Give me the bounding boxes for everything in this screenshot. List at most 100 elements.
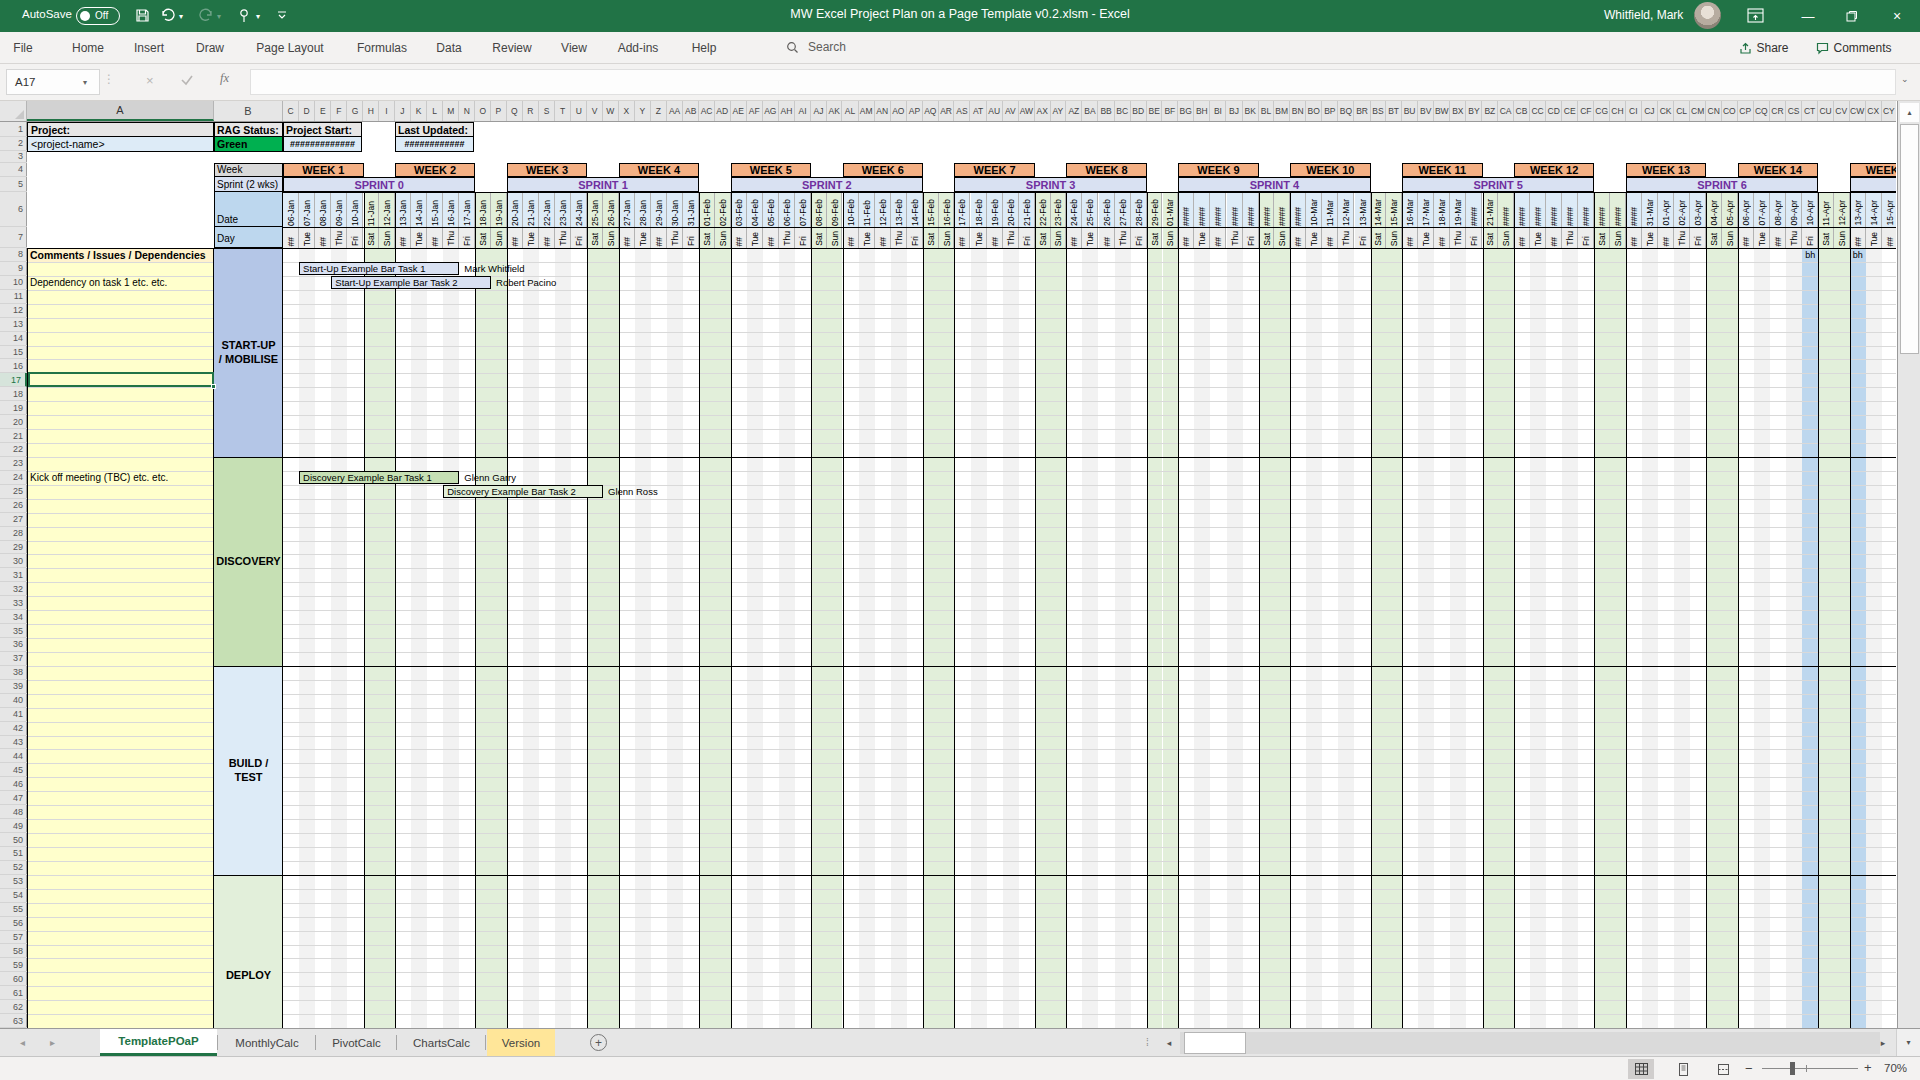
column-header-BR[interactable]: BR	[1355, 101, 1371, 121]
column-header-BV[interactable]: BV	[1418, 101, 1434, 121]
ribbon-tab-help[interactable]: Help	[686, 32, 723, 63]
column-header-BQ[interactable]: BQ	[1338, 101, 1354, 121]
zoom-slider-thumb[interactable]	[1790, 1062, 1795, 1075]
row-header-50[interactable]: 50	[0, 833, 27, 847]
selection-fill-handle[interactable]	[211, 384, 216, 389]
row-header-21[interactable]: 21	[0, 429, 27, 443]
column-header-R[interactable]: R	[523, 101, 539, 121]
column-header-CE[interactable]: CE	[1562, 101, 1578, 121]
column-header-AV[interactable]: AV	[1003, 101, 1019, 121]
column-header-CF[interactable]: CF	[1578, 101, 1594, 121]
row-header-61[interactable]: 61	[0, 986, 27, 1000]
undo-icon[interactable]	[160, 8, 176, 23]
row-header-6[interactable]: 6	[0, 192, 27, 227]
column-header-N[interactable]: N	[459, 101, 475, 121]
ribbon-display-options-icon[interactable]	[1747, 8, 1764, 23]
row-header-37[interactable]: 37	[0, 652, 27, 666]
row-header-17[interactable]: 17	[0, 373, 27, 387]
column-header-AC[interactable]: AC	[699, 101, 715, 121]
sheet-tab-monthlycalc[interactable]: MonthlyCalc	[219, 1029, 315, 1056]
row-header-44[interactable]: 44	[0, 749, 27, 763]
column-header-C[interactable]: C	[283, 101, 299, 121]
last-updated-value-cell[interactable]: ############	[395, 137, 474, 152]
zoom-in-button[interactable]: +	[1864, 1060, 1872, 1075]
row-header-56[interactable]: 56	[0, 917, 27, 931]
column-header-BX[interactable]: BX	[1450, 101, 1466, 121]
row-header-46[interactable]: 46	[0, 777, 27, 791]
column-header-T[interactable]: T	[555, 101, 571, 121]
column-header-BK[interactable]: BK	[1243, 101, 1259, 121]
row-header-58[interactable]: 58	[0, 945, 27, 959]
column-header-BL[interactable]: BL	[1259, 101, 1275, 121]
column-header-AK[interactable]: AK	[827, 101, 843, 121]
column-header-AF[interactable]: AF	[747, 101, 763, 121]
v-scroll-up-icon[interactable]: ▴	[1900, 103, 1919, 122]
row-header-45[interactable]: 45	[0, 763, 27, 777]
column-header-CB[interactable]: CB	[1514, 101, 1530, 121]
column-header-V[interactable]: V	[587, 101, 603, 121]
column-header-BE[interactable]: BE	[1147, 101, 1163, 121]
row-header-59[interactable]: 59	[0, 958, 27, 972]
row-header-20[interactable]: 20	[0, 415, 27, 429]
column-header-BI[interactable]: BI	[1210, 101, 1226, 121]
column-header-AP[interactable]: AP	[907, 101, 923, 121]
column-header-CM[interactable]: CM	[1690, 101, 1706, 121]
column-header-BU[interactable]: BU	[1402, 101, 1418, 121]
column-header-CP[interactable]: CP	[1738, 101, 1754, 121]
h-scroll-left-icon[interactable]: ◂	[1158, 1032, 1180, 1054]
column-header-E[interactable]: E	[315, 101, 331, 121]
v-scrollbar-thumb[interactable]	[1900, 124, 1919, 354]
column-header-BS[interactable]: BS	[1371, 101, 1387, 121]
task-bar-1[interactable]: Start-Up Example Bar Task 1	[299, 262, 459, 275]
share-button[interactable]: Share	[1732, 36, 1796, 60]
touch-mode-icon[interactable]	[236, 7, 252, 24]
column-header-AN[interactable]: AN	[875, 101, 891, 121]
row-header-11[interactable]: 11	[0, 290, 27, 304]
row-header-39[interactable]: 39	[0, 680, 27, 694]
ribbon-tab-formulas[interactable]: Formulas	[351, 32, 413, 63]
h-scrollbar-track[interactable]	[1180, 1032, 1880, 1054]
column-header-BO[interactable]: BO	[1306, 101, 1322, 121]
formula-bar-expand-icon[interactable]: ⌄	[1901, 74, 1909, 84]
view-normal-button[interactable]	[1628, 1059, 1654, 1079]
last-updated-label-cell[interactable]: Last Updated:	[395, 122, 474, 137]
column-header-AE[interactable]: AE	[731, 101, 747, 121]
column-header-AL[interactable]: AL	[843, 101, 859, 121]
h-scroll-right-icon[interactable]: ▸	[1872, 1032, 1894, 1054]
row-header-57[interactable]: 57	[0, 931, 27, 945]
ribbon-tab-add-ins[interactable]: Add-ins	[612, 32, 665, 63]
column-header-AH[interactable]: AH	[779, 101, 795, 121]
row-header-54[interactable]: 54	[0, 889, 27, 903]
column-header-CL[interactable]: CL	[1674, 101, 1690, 121]
column-header-CS[interactable]: CS	[1786, 101, 1802, 121]
close-button[interactable]: ×	[1874, 0, 1920, 32]
project-start-label-cell[interactable]: Project Start:	[283, 122, 362, 137]
column-header-S[interactable]: S	[539, 101, 555, 121]
zoom-level[interactable]: 70%	[1884, 1062, 1907, 1074]
row-header-3[interactable]: 3	[0, 151, 27, 162]
function-icon[interactable]: fx	[220, 71, 229, 86]
column-header-AT[interactable]: AT	[971, 101, 987, 121]
column-header-F[interactable]: F	[331, 101, 347, 121]
column-header-A[interactable]: A	[27, 101, 214, 121]
row-header-63[interactable]: 63	[0, 1014, 27, 1028]
column-header-BP[interactable]: BP	[1322, 101, 1338, 121]
sheet-nav-left-icon[interactable]: ◂	[20, 1037, 25, 1048]
column-header-CX[interactable]: CX	[1866, 101, 1882, 121]
column-header-P[interactable]: P	[491, 101, 507, 121]
note-cell-row10[interactable]: Dependency on task 1 etc. etc.	[27, 276, 214, 290]
column-header-CA[interactable]: CA	[1498, 101, 1514, 121]
column-header-CK[interactable]: CK	[1658, 101, 1674, 121]
column-header-BW[interactable]: BW	[1434, 101, 1450, 121]
column-header-AI[interactable]: AI	[795, 101, 811, 121]
v-scroll-down-icon[interactable]: ▾	[1896, 1029, 1920, 1056]
column-header-CQ[interactable]: CQ	[1754, 101, 1770, 121]
zoom-out-button[interactable]: −	[1745, 1061, 1753, 1076]
tab-scroll-splitter[interactable]: ⁞	[1146, 1037, 1149, 1048]
note-cell-row24[interactable]: Kick off meeting (TBC) etc. etc.	[27, 471, 214, 485]
rag-status-value-cell[interactable]: Green	[214, 137, 283, 152]
h-scrollbar-thumb[interactable]	[1184, 1032, 1246, 1054]
row-header-32[interactable]: 32	[0, 582, 27, 596]
sheet-tab-pivotcalc[interactable]: PivotCalc	[317, 1029, 396, 1056]
column-header-BG[interactable]: BG	[1178, 101, 1194, 121]
